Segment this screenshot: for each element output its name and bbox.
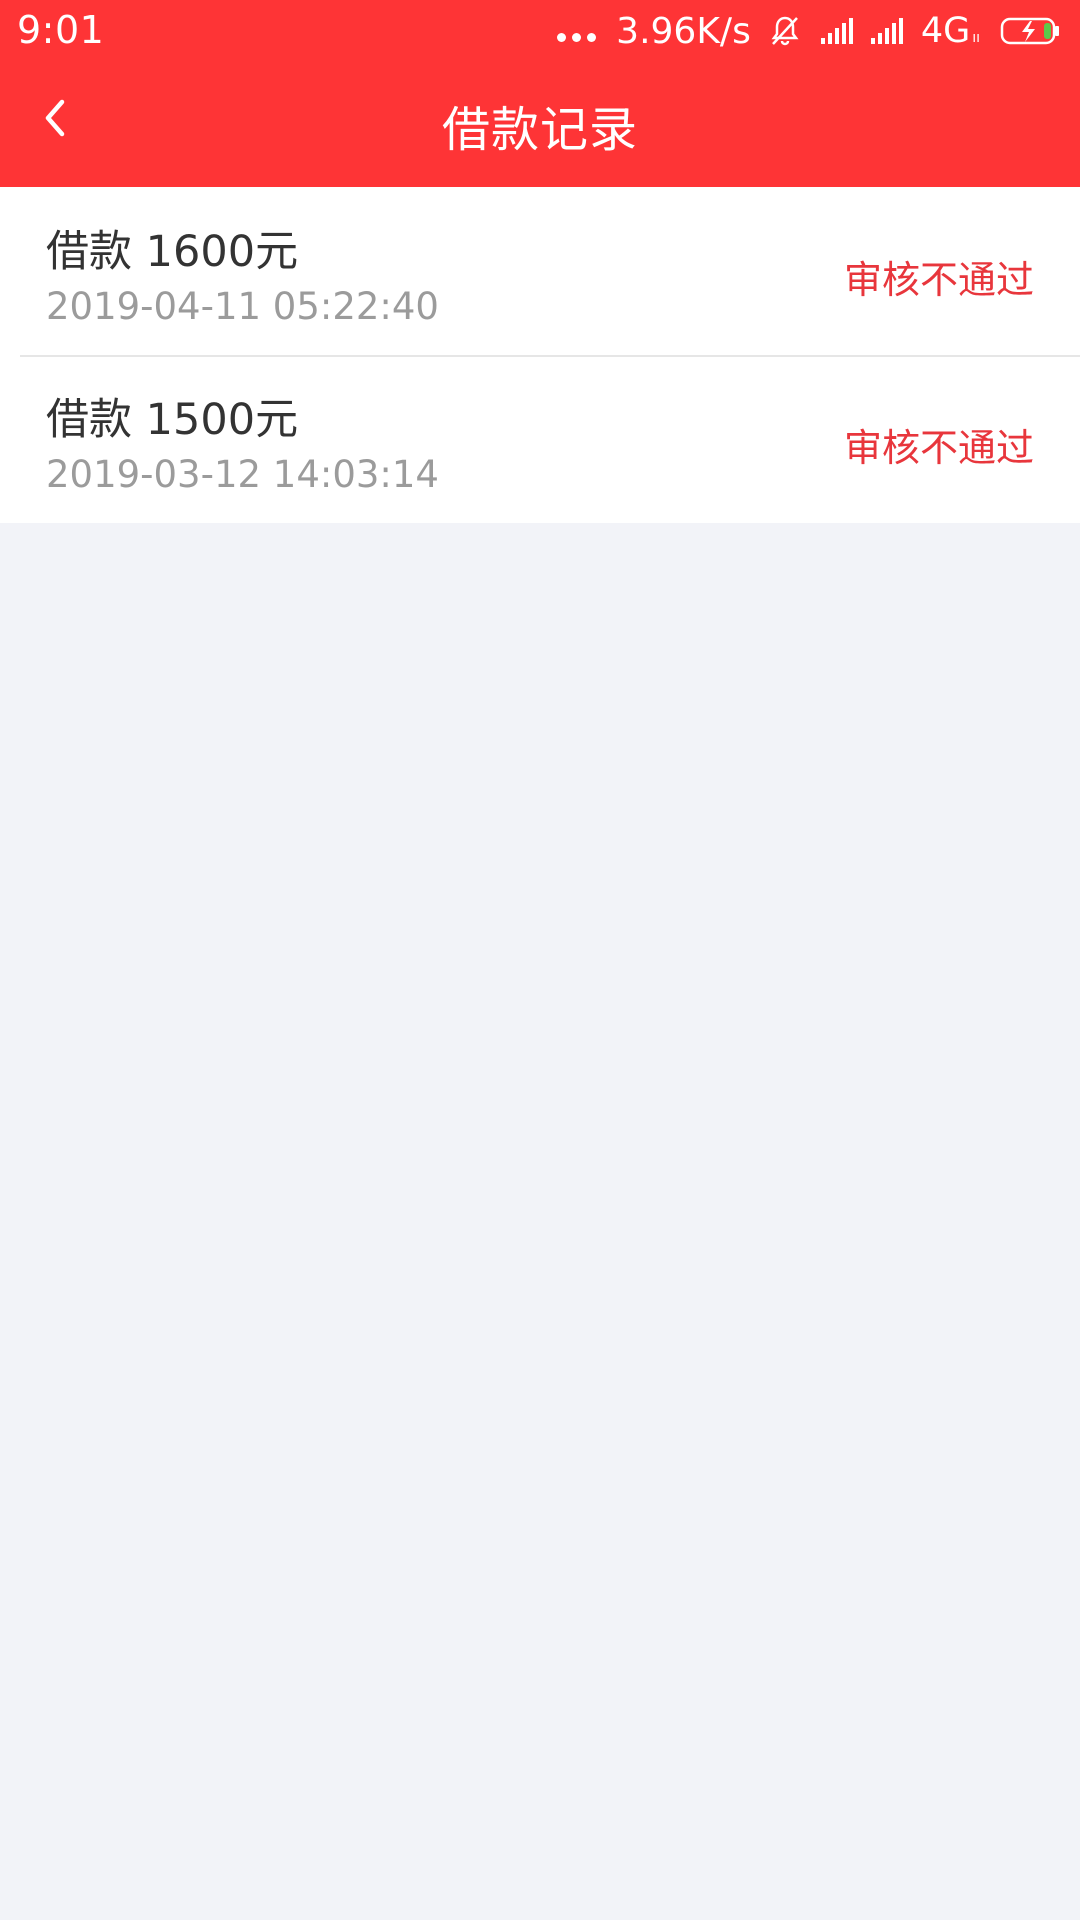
loan-time: 2019-03-12 14:03:14 xyxy=(46,453,439,496)
network-activity: ıı xyxy=(972,30,980,46)
network-type: 4G xyxy=(920,11,971,51)
list-item[interactable]: 借款 1600元 2019-04-11 05:22:40 审核不通过 xyxy=(0,187,1080,355)
loan-amount: 借款 1500元 xyxy=(46,395,299,445)
page-title: 借款记录 xyxy=(441,102,638,158)
list-item[interactable]: 借款 1500元 2019-03-12 14:03:14 审核不通过 xyxy=(0,355,1080,523)
mute-bell-icon xyxy=(767,13,803,49)
app-bar: 9:01 3.96K/s 4G ıı 借款记录 xyxy=(0,0,1080,187)
more-dots-icon xyxy=(557,32,597,42)
status-bar: 9:01 3.96K/s 4G ıı xyxy=(0,0,1080,62)
status-badge: 审核不通过 xyxy=(843,426,1034,470)
status-time: 9:01 xyxy=(17,8,105,52)
status-badge: 审核不通过 xyxy=(843,258,1034,302)
loan-record-list: 借款 1600元 2019-04-11 05:22:40 审核不通过 借款 15… xyxy=(0,187,1080,523)
signal-icon xyxy=(819,16,859,46)
loan-time: 2019-04-11 05:22:40 xyxy=(46,285,439,328)
network-speed: 3.96K/s xyxy=(616,10,751,52)
loan-amount: 借款 1600元 xyxy=(46,227,299,277)
signal-icon-2 xyxy=(869,16,909,46)
battery-charging-icon xyxy=(1000,16,1062,46)
status-indicators: 3.96K/s 4G ıı xyxy=(557,8,1062,54)
